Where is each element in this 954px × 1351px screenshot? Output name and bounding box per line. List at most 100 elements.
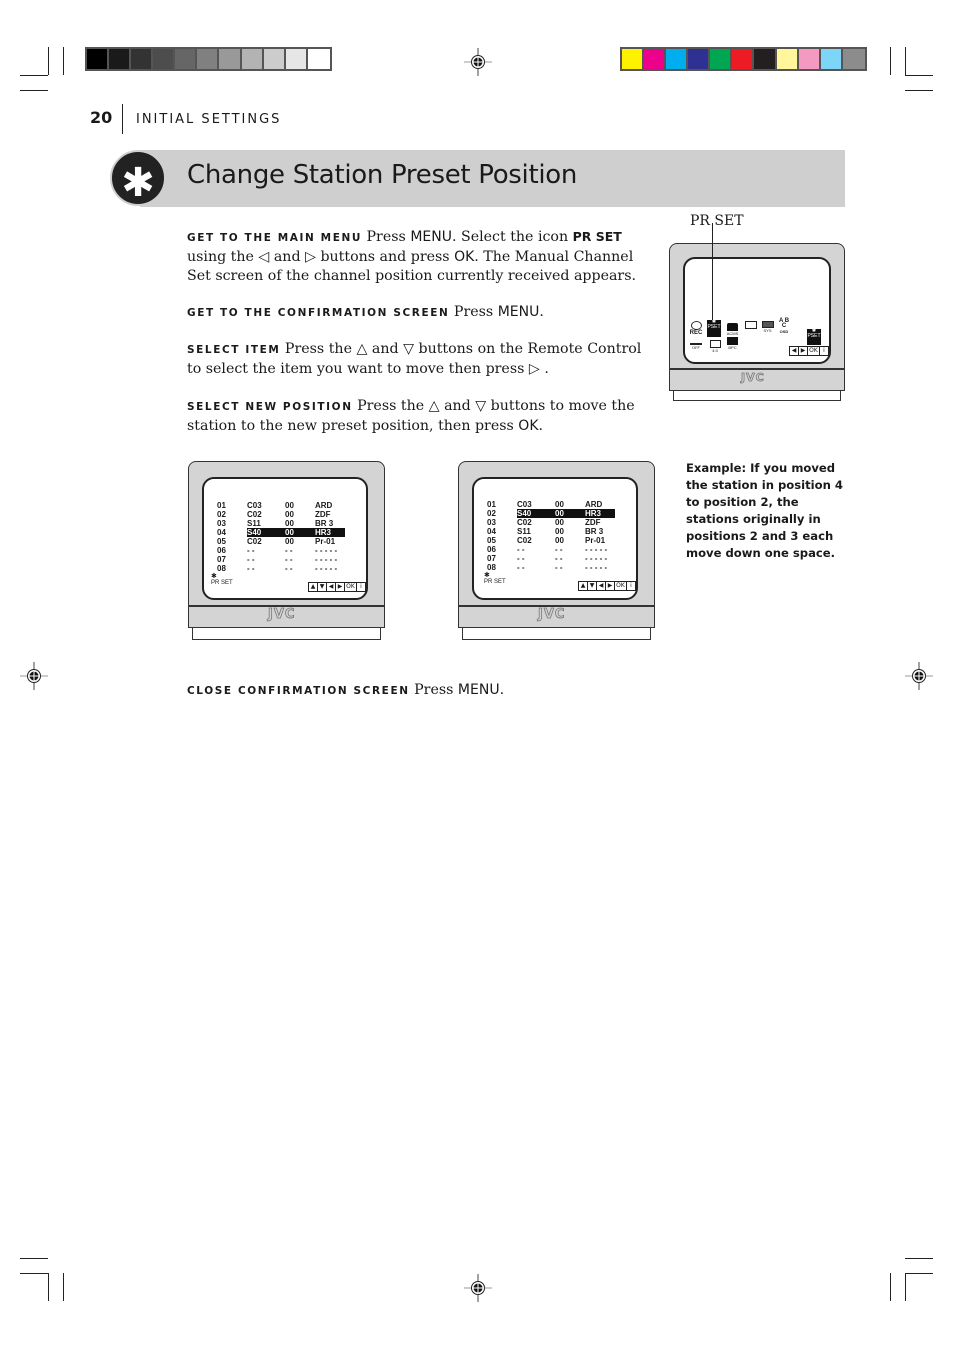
channel-row: 01 C03 00 ARD — [217, 501, 345, 510]
pr-set-icon: ✱ PSET — [707, 320, 721, 337]
crop-mark — [905, 90, 933, 91]
nav-key-strip: ▲ ▼ ◀ ▶ OK i — [308, 582, 366, 592]
channel-row: 06 - - - - - - - - - — [217, 546, 345, 555]
nav-key-icon: ▼ — [588, 582, 597, 590]
channel-row: 06 - - - - - - - - - — [487, 545, 615, 554]
fine-tune-cell: - - — [285, 546, 293, 555]
section-label: INITIAL SETTINGS — [136, 112, 282, 127]
channel-row: 05 C02 00 Pr-01 — [487, 536, 615, 545]
step-text: . — [538, 418, 544, 434]
nav-key-strip: ◀ ▶ OK i — [789, 346, 829, 356]
nav-key-icon: ▶ — [799, 347, 808, 355]
nav-key-icon: i — [360, 583, 362, 590]
channel-cell: - - — [517, 554, 525, 563]
step-close-confirmation-screen: CLOSE CONFIRMATION SCREEN Press MENU. — [187, 681, 647, 701]
channel-row: 08 - - - - - - - - - — [487, 563, 615, 572]
fine-tune-cell: - - — [555, 545, 563, 554]
station-name-cell: HR3 — [315, 528, 345, 537]
color-swatch — [263, 49, 286, 69]
step-get-to-main-menu: GET TO THE MAIN MENU Press MENU. Select … — [187, 227, 647, 286]
color-swatch — [842, 49, 865, 69]
nav-key-icon: ▼ — [318, 583, 327, 591]
color-swatch — [109, 49, 132, 69]
channel-cell: C02 — [517, 518, 532, 527]
station-name-cell: HR3 — [585, 509, 615, 518]
color-swatch — [710, 49, 733, 69]
fine-tune-cell: - - — [285, 564, 293, 573]
tv-before-move: JVC 01 C03 00 ARD 02 C02 00 ZDF 03 S11 00 BR 3 04 S40… — [188, 461, 385, 644]
channel-cell: - - — [247, 546, 255, 555]
acms-icon: ACMS — [726, 323, 739, 336]
nav-key-icon: ▲ — [579, 582, 588, 590]
step-label: GET TO THE CONFIRMATION SCREEN — [187, 307, 450, 319]
station-name-cell: BR 3 — [585, 527, 604, 536]
channel-cell: - - — [517, 563, 525, 572]
position-cell: 05 — [487, 536, 496, 545]
fine-tune-cell: 00 — [555, 509, 585, 518]
color-swatch — [754, 49, 777, 69]
color-swatch — [285, 49, 308, 69]
channel-cell: C02 — [247, 537, 262, 546]
color-swatch — [241, 49, 264, 69]
color-swatch — [219, 49, 242, 69]
nav-key-icon: ◀ — [597, 582, 606, 590]
color-swatch — [131, 49, 154, 69]
pr-set-callout-label: PR SET — [690, 213, 744, 229]
channel-row: 04 S11 00 BR 3 — [487, 527, 615, 536]
channel-row: 01 C03 00 ARD — [487, 500, 615, 509]
station-name-cell: - - - - - — [315, 564, 338, 573]
crop-mark — [63, 47, 64, 75]
button-name: OK — [454, 249, 475, 265]
color-swatch — [666, 49, 689, 69]
color-swatch — [87, 49, 110, 69]
nav-key-icon: ▶ — [606, 582, 615, 590]
step-text: . — [499, 682, 505, 698]
nav-key-icon: ◀ — [790, 347, 799, 355]
fine-tune-cell: 00 — [555, 527, 564, 536]
position-cell: 08 — [217, 564, 226, 573]
station-name-cell: - - - - - — [585, 554, 608, 563]
fine-tune-cell: 00 — [555, 518, 564, 527]
station-name-cell: ARD — [585, 500, 603, 509]
color-swatch — [798, 49, 821, 69]
color-swatch — [197, 49, 220, 69]
channel-row-selected: 04 S40 00 HR3 — [217, 528, 345, 537]
station-name-cell: BR 3 — [315, 519, 334, 528]
crop-mark — [890, 1273, 891, 1301]
channel-row: 03 C02 00 ZDF — [487, 518, 615, 527]
color-swatch — [688, 49, 711, 69]
channel-cell: S11 — [247, 519, 261, 528]
fine-tune-cell: - - — [555, 554, 563, 563]
step-text: Press — [449, 304, 498, 320]
step-text: . — [539, 304, 544, 320]
crop-mark — [905, 47, 906, 75]
position-cell: 02 — [217, 510, 226, 519]
icon-name: PR SET — [572, 229, 622, 244]
channel-row: 03 S11 00 BR 3 — [217, 519, 345, 528]
channel-cell: S11 — [517, 527, 531, 536]
nav-key-icon: OK — [345, 583, 357, 591]
station-name-cell: ZDF — [585, 518, 601, 527]
step-text: using the ◁ and ▷ buttons and press — [187, 249, 455, 265]
color-calibration-bar — [620, 47, 867, 71]
step-label: CLOSE CONFIRMATION SCREEN — [187, 685, 410, 697]
station-name-cell: Pr-01 — [585, 536, 606, 545]
position-cell: 06 — [487, 545, 496, 554]
button-name: MENU — [457, 682, 500, 698]
fine-tune-cell: - - — [285, 555, 293, 564]
fine-tune-cell: 00 — [555, 536, 564, 545]
step-select-item: SELECT ITEM Press the △ and ▽ buttons on… — [187, 340, 647, 379]
registration-mark-icon — [464, 48, 492, 76]
color-swatch — [622, 49, 645, 69]
station-name-cell: Pr-01 — [315, 537, 336, 546]
crop-mark — [905, 1258, 933, 1259]
channel-cell: C02 — [247, 510, 262, 519]
step-get-to-confirmation-screen: GET TO THE CONFIRMATION SCREEN Press MEN… — [187, 303, 647, 323]
pr-set-footer-label: ✱ PR SET — [211, 573, 233, 586]
position-cell: 04 — [217, 528, 226, 537]
registration-mark-icon — [464, 1274, 492, 1302]
crop-mark — [20, 1273, 48, 1274]
nav-key-icon: ◀ — [327, 583, 336, 591]
channel-list: 01 C03 00 ARD 02 C02 00 ZDF 03 S11 00 BR 3 04 S40 00 HR… — [217, 501, 345, 573]
nav-key-icon: ▶ — [336, 583, 345, 591]
